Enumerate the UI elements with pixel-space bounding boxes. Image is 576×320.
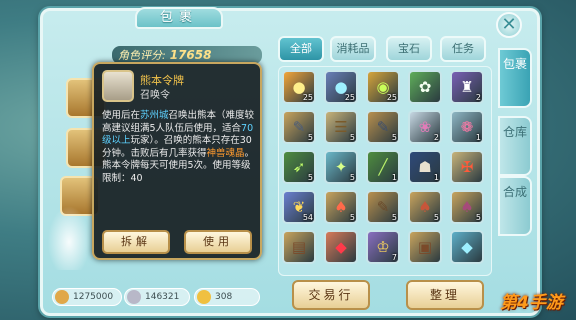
tab-quests[interactable]: 任务 (440, 36, 486, 62)
item-count: 2 (433, 133, 439, 142)
gold-currency: 1275000 (52, 288, 122, 306)
item-slot[interactable]: ✎ 5 (282, 110, 316, 144)
side-tab-label: 包裹 (502, 57, 527, 71)
watermark-logo: 第4手游 (500, 293, 563, 313)
split-button[interactable]: 拆解 (102, 230, 170, 254)
side-tab-bag[interactable]: 包裹 (498, 48, 532, 108)
item-slot[interactable]: ➶ 5 (282, 150, 316, 184)
item-count: 25 (386, 93, 397, 102)
item-slot[interactable]: ♜ 2 (450, 70, 484, 104)
item-slot[interactable]: ✎ 5 (366, 110, 400, 144)
tab-consumables[interactable]: 消耗品 (330, 36, 376, 62)
chest-icon: ▣ (417, 238, 433, 256)
gem-red-icon: ◆ (335, 238, 347, 256)
item-count: 1 (433, 173, 439, 182)
item-count: 5 (349, 133, 355, 142)
item-slot[interactable]: ● 25 (324, 70, 358, 104)
score-value: 17658 (169, 48, 212, 62)
tab-all[interactable]: 全部 (278, 36, 324, 62)
item-slot[interactable]: ▤ (282, 230, 316, 264)
side-tab-warehouse[interactable]: 仓库 (498, 116, 532, 176)
item-description: 使用后在苏州城召唤出熊本（难度较高建议组满5人队伍后使用，适合70级以上玩家）。… (102, 110, 258, 185)
desc-text: 使用后在 (102, 110, 141, 121)
side-tab-synthesis[interactable]: 合成 (498, 176, 532, 236)
item-count: 5 (349, 213, 355, 222)
item-count: 25 (344, 93, 355, 102)
score-label: 角色评分: (118, 49, 166, 62)
sort-button[interactable]: 整理 (406, 280, 484, 310)
item-count: 5 (433, 213, 439, 222)
silver-currency: 146321 (124, 288, 190, 306)
item-slot[interactable]: ◆ (324, 230, 358, 264)
item-slot[interactable]: ☗ 1 (408, 150, 442, 184)
silver-coin-icon (127, 290, 141, 304)
item-slot[interactable]: ✎ 5 (366, 190, 400, 224)
gem-currency: 308 (194, 288, 260, 306)
use-button[interactable]: 使用 (184, 230, 252, 254)
item-count: 25 (302, 93, 313, 102)
item-count: 7 (391, 253, 397, 262)
book-icon: ▤ (291, 238, 307, 256)
item-type: 召唤令 (140, 90, 170, 101)
item-slot[interactable]: ♠ 5 (408, 190, 442, 224)
item-count: 5 (391, 213, 397, 222)
trading-house-button[interactable]: 交易行 (292, 280, 370, 310)
gem-blue-icon: ◆ (461, 238, 473, 256)
sparkle-effect (44, 200, 94, 270)
sword-icon: ✠ (460, 158, 474, 176)
item-count: 5 (391, 133, 397, 142)
silver-amount: 146321 (145, 292, 180, 302)
gold-amount: 1275000 (73, 292, 114, 302)
item-slot[interactable]: ✦ 5 (324, 150, 358, 184)
item-slot[interactable]: ♠ 5 (450, 190, 484, 224)
item-slot[interactable]: ♔ 7 (366, 230, 400, 264)
item-count: 1 (391, 173, 397, 182)
token-icon (102, 70, 134, 102)
desc-city: 苏州城 (140, 110, 169, 121)
gem-amount: 308 (215, 292, 233, 302)
item-slot[interactable]: ♠ 5 (324, 190, 358, 224)
side-tab-label: 仓库 (502, 125, 527, 139)
item-slot[interactable]: ✠ (450, 150, 484, 184)
item-slot[interactable]: ● 25 (282, 70, 316, 104)
item-count: 54 (302, 213, 313, 222)
gold-coin-icon (55, 290, 69, 304)
item-slot[interactable]: ☰ 5 (324, 110, 358, 144)
item-count: 5 (475, 213, 481, 222)
item-slot[interactable]: ╱ 1 (366, 150, 400, 184)
item-slot[interactable]: ❁ 1 (450, 110, 484, 144)
paw-icon: ✿ (418, 78, 432, 96)
item-slot[interactable]: ❦ 54 (282, 190, 316, 224)
side-tab-label: 合成 (502, 185, 527, 199)
item-slot[interactable]: ▣ (408, 230, 442, 264)
tab-gems[interactable]: 宝石 (386, 36, 432, 62)
item-slot[interactable]: ◉ 25 (366, 70, 400, 104)
desc-reward: 神兽魂晶 (206, 147, 245, 159)
item-slot[interactable]: ◆ (450, 230, 484, 264)
item-count: 5 (349, 173, 355, 182)
item-count: 5 (307, 133, 313, 142)
item-tooltip: 熊本令牌 召唤令 使用后在苏州城召唤出熊本（难度较高建议组满5人队伍后使用，适合… (92, 62, 262, 260)
gem-coin-icon (197, 290, 211, 304)
item-count: 5 (307, 173, 313, 182)
item-count: 1 (475, 133, 481, 142)
item-count: 2 (475, 93, 481, 102)
item-slot[interactable]: ❀ 2 (408, 110, 442, 144)
close-button[interactable]: ✕ (496, 12, 522, 38)
panel-title: 包裹 (135, 7, 223, 29)
item-slot[interactable]: ✿ (408, 70, 442, 104)
